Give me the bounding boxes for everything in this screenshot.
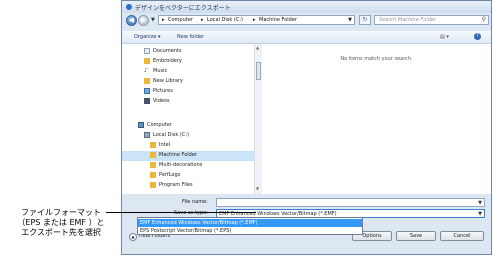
empty-message: No items match your search. bbox=[340, 56, 413, 62]
scroll-thumb[interactable] bbox=[256, 62, 261, 80]
folder-icon bbox=[150, 162, 156, 168]
folder-icon bbox=[150, 172, 156, 178]
nav-item-multi-decorations[interactable]: Multi-decorations bbox=[122, 161, 254, 171]
annotation-line-3: エクスポート先を選択 bbox=[21, 228, 101, 237]
nav-item-music[interactable]: ♪ Music bbox=[122, 67, 254, 77]
documents-icon bbox=[144, 48, 150, 54]
help-icon[interactable]: ? bbox=[474, 33, 481, 40]
computer-icon bbox=[138, 122, 144, 128]
nav-item-pictures[interactable]: Pictures bbox=[122, 87, 254, 97]
save-type-dropdown-icon[interactable]: ▼ bbox=[478, 211, 482, 217]
search-input[interactable]: Search Machine Folder ⚲ bbox=[374, 15, 489, 25]
nav-label: Machine Folder bbox=[159, 152, 197, 158]
nav-scrollbar[interactable]: ▲ ▼ bbox=[254, 44, 262, 194]
crumb-machine-folder[interactable]: Machine Folder bbox=[259, 17, 297, 23]
callout-leader-line bbox=[106, 212, 256, 213]
search-icon: ⚲ bbox=[481, 16, 486, 23]
new-folder-button[interactable]: New folder bbox=[177, 34, 204, 40]
folder-icon bbox=[150, 142, 156, 148]
forward-arrow-icon: ▶ bbox=[140, 16, 147, 24]
navigation-pane: Documents Embroidery ♪ Music New Library… bbox=[122, 44, 262, 194]
file-name-label: File name: bbox=[182, 199, 208, 205]
history-dropdown-icon[interactable]: ▼ bbox=[151, 17, 155, 23]
nav-label: Embroidery bbox=[153, 58, 182, 64]
folder-icon bbox=[150, 182, 156, 188]
cancel-button[interactable]: Cancel bbox=[440, 231, 484, 241]
annotation-callout: ファイルフォーマット （EPS または EMF ）と エクスポート先を選択 bbox=[3, 208, 119, 238]
nav-label: Computer bbox=[147, 122, 172, 128]
nav-label: New Library bbox=[153, 78, 183, 84]
crumb-separator-icon: ▸ bbox=[162, 17, 165, 23]
app-icon bbox=[126, 4, 132, 10]
nav-item-intel[interactable]: Intel bbox=[122, 141, 254, 151]
file-name-dropdown-icon[interactable]: ▼ bbox=[478, 200, 482, 206]
file-list-pane[interactable]: No items match your search. bbox=[262, 44, 491, 194]
back-arrow-icon: ◀ bbox=[128, 16, 135, 24]
file-name-input[interactable]: ▼ bbox=[216, 198, 485, 207]
command-bar: Organize ▾ New folder ▤ ▾ ? bbox=[122, 31, 491, 44]
nav-item-perflogs[interactable]: PerfLogs bbox=[122, 171, 254, 181]
nav-label: PerfLogs bbox=[159, 172, 181, 178]
library-icon bbox=[144, 78, 150, 84]
crumb-computer[interactable]: Computer bbox=[168, 17, 193, 23]
pictures-icon bbox=[144, 88, 150, 94]
scroll-down-icon[interactable]: ▼ bbox=[256, 186, 259, 191]
nav-label: Multi-decorations bbox=[159, 162, 203, 168]
annotation-line-1: ファイルフォーマット bbox=[21, 208, 101, 217]
nav-label: Intel bbox=[159, 142, 171, 148]
save-button[interactable]: Save bbox=[396, 231, 436, 241]
scroll-up-icon[interactable]: ▲ bbox=[256, 45, 259, 50]
nav-item-embroidery[interactable]: Embroidery bbox=[122, 57, 254, 67]
address-dropdown-icon[interactable]: ▼ bbox=[348, 17, 352, 23]
title-bar: デザインをベクターにエクスポート bbox=[122, 1, 491, 13]
crumb-local-disk[interactable]: Local Disk (C:) bbox=[207, 17, 243, 23]
nav-label: Local Disk (C:) bbox=[153, 132, 189, 138]
back-button[interactable]: ◀ bbox=[126, 15, 137, 26]
nav-label: Program Files bbox=[159, 182, 193, 188]
refresh-icon: ↻ bbox=[362, 16, 368, 23]
videos-icon bbox=[144, 98, 150, 104]
save-type-label: Save as type: bbox=[174, 210, 208, 216]
nav-label: Documents bbox=[153, 48, 182, 54]
address-bar[interactable]: ▸ Computer ▸ Local Disk (C:) ▸ Machine F… bbox=[158, 15, 355, 25]
save-type-dropdown-list[interactable]: EMF Enhanced Windows Vector/Bitmap (*.EM… bbox=[137, 217, 363, 235]
view-options-icon[interactable]: ▤ ▾ bbox=[440, 34, 449, 40]
chevron-up-icon: ▲ bbox=[129, 233, 137, 241]
annotation-line-2: （EPS または EMF ）と bbox=[17, 218, 105, 227]
folder-icon bbox=[144, 58, 150, 64]
option-eps[interactable]: EPS Postscript Vector/Bitmap (*.EPS) bbox=[138, 227, 362, 235]
window-title: デザインをベクターにエクスポート bbox=[135, 5, 231, 12]
nav-item-local-disk[interactable]: Local Disk (C:) bbox=[122, 131, 254, 141]
address-row: ◀ ▶ ▼ ▸ Computer ▸ Local Disk (C:) ▸ Mac… bbox=[122, 13, 491, 29]
forward-button[interactable]: ▶ bbox=[138, 15, 149, 26]
nav-item-program-files[interactable]: Program Files bbox=[122, 181, 254, 191]
crumb-separator-icon: ▸ bbox=[201, 17, 204, 23]
nav-item-new-library[interactable]: New Library bbox=[122, 77, 254, 87]
nav-item-documents[interactable]: Documents bbox=[122, 47, 254, 57]
nav-label: Videos bbox=[153, 98, 170, 104]
nav-item-videos[interactable]: Videos bbox=[122, 97, 254, 107]
nav-item-machine-folder[interactable]: Machine Folder bbox=[122, 151, 254, 161]
music-icon: ♪ bbox=[144, 67, 148, 74]
refresh-button[interactable]: ↻ bbox=[359, 15, 371, 25]
nav-label: Music bbox=[153, 68, 168, 74]
option-emf[interactable]: EMF Enhanced Windows Vector/Bitmap (*.EM… bbox=[138, 219, 362, 227]
organize-button[interactable]: Organize ▾ bbox=[134, 34, 161, 40]
crumb-separator-icon: ▸ bbox=[253, 17, 256, 23]
drive-icon bbox=[144, 132, 150, 138]
nav-item-computer[interactable]: Computer bbox=[122, 121, 254, 131]
nav-label: Pictures bbox=[153, 88, 173, 94]
folder-icon bbox=[150, 152, 156, 158]
search-placeholder: Search Machine Folder bbox=[379, 17, 437, 23]
